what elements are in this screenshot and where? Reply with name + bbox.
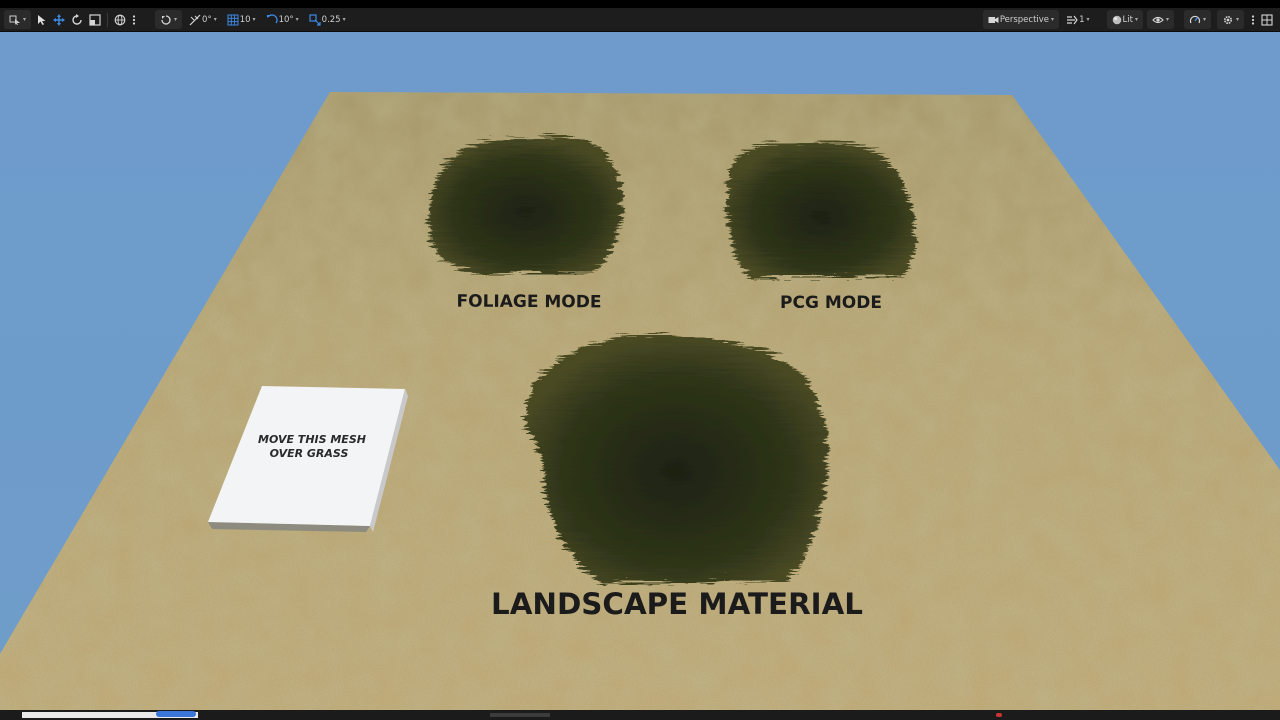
scalability-dropdown[interactable]: ▾ [1183, 10, 1211, 29]
pcg-grass-patch[interactable] [724, 138, 912, 274]
active-tab-indicator [156, 711, 196, 717]
surface-snap-dropdown[interactable]: ▾ [155, 10, 183, 29]
select-mode-icon: ▾ [6, 11, 29, 28]
surface-snap-icon: ▾ [157, 11, 180, 28]
sign-line-2: OVER GRASS [270, 447, 349, 460]
viewport-layout-button[interactable] [1258, 11, 1276, 28]
rotate-tool-button[interactable] [68, 11, 86, 28]
camera-speed-icon [1067, 15, 1078, 24]
bottom-status-bar [0, 710, 1280, 720]
toolbar-left-group: ▾ ▾ 0° ▾ 10 ▾ 10° ▾ 0.25 ▾ [0, 8, 349, 31]
rotation-snap-toggle[interactable]: 0° ▾ [186, 11, 220, 28]
grid-snap-icon [227, 14, 239, 25]
transform-more-menu[interactable] [129, 11, 139, 28]
translate-tool-button[interactable] [50, 11, 68, 28]
lit-button-content: Lit ▾ [1109, 11, 1141, 28]
camera-speed-dropdown[interactable]: 1 ▾ [1063, 11, 1092, 28]
select-tool-button[interactable] [34, 11, 50, 28]
viewport-toolbar: ▾ ▾ 0° ▾ 10 ▾ 10° ▾ 0.25 ▾ Perspective ▾… [0, 8, 1280, 32]
camera-icon [988, 16, 999, 23]
select-mode-dropdown[interactable]: ▾ [4, 10, 32, 29]
scale-snap-value: 0.25 [321, 14, 341, 25]
toolbar-separator [107, 12, 109, 27]
gear-icon [1223, 15, 1232, 24]
gauge-icon [1189, 15, 1201, 23]
landscape-material-grass-patch[interactable] [522, 330, 825, 580]
perspective-dropdown[interactable]: Perspective ▾ [982, 10, 1060, 29]
angle-snap-icon [189, 14, 201, 25]
foliage-mode-label: FOLIAGE MODE [456, 292, 601, 313]
cursor-arrow-icon [38, 14, 46, 25]
window-top-edge [0, 0, 1280, 8]
vertical-dots-icon [1251, 14, 1255, 25]
lit-sphere-icon [1112, 15, 1121, 24]
viewport-options-menu[interactable] [1248, 11, 1258, 28]
scale-tool-button[interactable] [86, 11, 104, 28]
layout-grid-icon [1261, 13, 1273, 26]
grid-snap-toggle[interactable]: 10 ▾ [224, 11, 259, 28]
camera-speed-value: 1 [1079, 14, 1085, 25]
rotation-snap-value: 0° [202, 14, 212, 25]
eye-icon [1152, 16, 1164, 23]
rotate-snap-icon [266, 13, 278, 23]
perspective-label: Perspective [999, 14, 1050, 25]
status-segment [490, 713, 550, 717]
scale-snap-toggle[interactable]: 0.25 ▾ [306, 11, 349, 28]
grid-snap-value: 10 [239, 14, 251, 25]
pcg-mode-label: PCG MODE [780, 293, 882, 313]
show-flags-dropdown[interactable]: ▾ [1146, 10, 1174, 29]
landscape-material-label: LANDSCAPE MATERIAL [491, 587, 863, 621]
rotate-snap-toggle[interactable]: 10° ▾ [263, 11, 302, 28]
globe-icon [114, 14, 126, 25]
notification-dot [996, 713, 1002, 717]
lit-mode-dropdown[interactable]: Lit ▾ [1106, 10, 1143, 29]
settings-button-content: ▾ [1219, 11, 1242, 28]
toolbar-right-group: Perspective ▾ 1 ▾ Lit ▾ ▾ ▾ ▾ [979, 8, 1280, 31]
move-arrows-icon [53, 13, 66, 26]
scene-render: MOVE THIS MESH OVER GRASS FOLIAGE MODE P… [0, 92, 1280, 710]
sign-line-1: MOVE THIS MESH [258, 433, 366, 446]
foliage-grass-patch[interactable] [424, 132, 619, 270]
show-button-content: ▾ [1149, 11, 1172, 28]
rotate-snap-value: 10° [278, 14, 294, 25]
rotate-icon [72, 13, 82, 25]
perspective-button-content: Perspective ▾ [985, 11, 1057, 28]
scale-snap-icon [309, 13, 321, 26]
level-viewport[interactable]: MOVE THIS MESH OVER GRASS FOLIAGE MODE P… [0, 32, 1280, 710]
viewport-settings-dropdown[interactable]: ▾ [1216, 10, 1244, 29]
scalability-button-content: ▾ [1186, 11, 1209, 28]
world-local-toggle[interactable] [111, 11, 129, 28]
lit-label: Lit [1122, 14, 1133, 25]
vertical-dots-icon [132, 14, 136, 25]
scale-icon [89, 13, 101, 26]
